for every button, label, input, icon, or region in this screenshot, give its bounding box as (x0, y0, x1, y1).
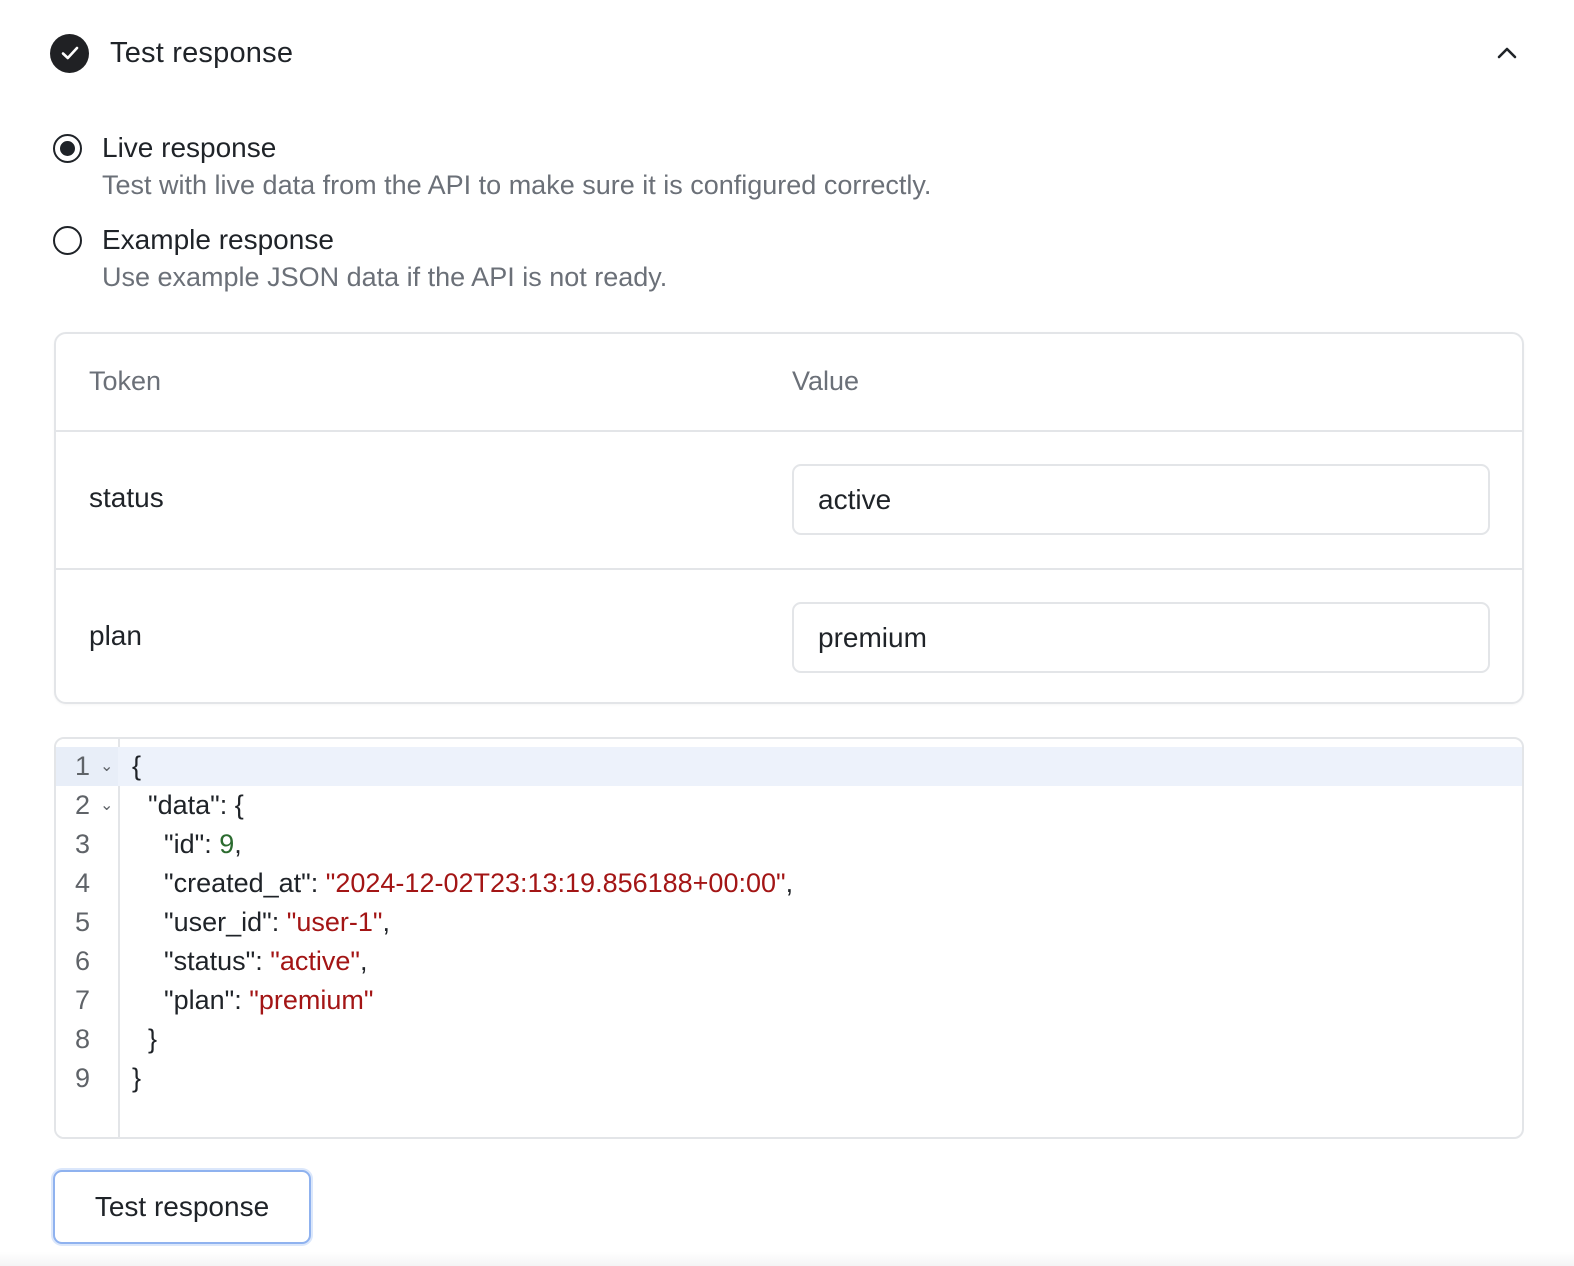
line-number-cell: 5 (56, 903, 118, 942)
token-name: status (89, 482, 164, 513)
code-line[interactable]: 5 "user_id": "user-1", (56, 903, 1522, 942)
token-table: Token Value status plan (54, 332, 1524, 704)
example-response-description: Use example JSON data if the API is not … (102, 262, 668, 292)
chevron-up-icon[interactable] (1490, 36, 1524, 70)
code-token-punc: : (204, 829, 220, 859)
token-table-header: Token Value (56, 334, 1522, 432)
code-token-punc: } (148, 1024, 158, 1054)
code-token-punc: : (234, 985, 250, 1015)
line-number-cell: 3 (56, 825, 118, 864)
test-response-panel: Test response Live response Test with li… (0, 0, 1574, 1266)
line-number: 1 (74, 751, 90, 781)
column-header-token: Token (89, 366, 162, 396)
code-token-punc: , (785, 868, 794, 898)
code-text: "data": { (148, 786, 244, 825)
code-text: } (132, 1059, 141, 1098)
response-mode-radio-group: Live response Test with live data from t… (53, 128, 931, 312)
bottom-edge (0, 1252, 1574, 1266)
radio-option-example[interactable]: Example response Use example JSON data i… (53, 220, 931, 312)
line-number: 2 (74, 790, 90, 820)
check-circle-icon (50, 33, 89, 73)
code-token-str: "user-1" (286, 907, 383, 937)
line-number: 8 (74, 1024, 90, 1054)
code-line[interactable]: 9} (56, 1059, 1522, 1098)
code-line[interactable]: 6 "status": "active", (56, 942, 1522, 981)
line-number-cell: 7 (56, 981, 118, 1020)
column-header-value: Value (792, 366, 860, 396)
code-text: "status": "active", (164, 942, 367, 981)
fold-chevron-icon[interactable]: ⌄ (100, 786, 113, 825)
code-token-punc: { (132, 751, 142, 781)
code-token-punc: : (271, 907, 287, 937)
line-number: 5 (74, 907, 90, 937)
json-code-editor[interactable]: 1 ⌄{2 ⌄ "data": {3 "id": 9, 4 "created_at": "2… (54, 737, 1524, 1139)
code-token-punc: , (382, 907, 390, 937)
section-title: Test response (110, 36, 294, 69)
code-token-key: "created_at" (164, 868, 311, 898)
token-name: plan (89, 620, 142, 651)
line-number: 7 (74, 985, 90, 1015)
fold-chevron-icon[interactable]: ⌄ (100, 747, 113, 786)
line-number-cell: 4 (56, 864, 118, 903)
code-text: "created_at": "2024-12-02T23:13:19.85618… (164, 864, 793, 903)
token-value-input-plan[interactable] (792, 602, 1490, 673)
code-token-punc: , (359, 946, 368, 976)
code-token-punc: } (132, 1063, 142, 1093)
code-token-punc: : { (219, 790, 244, 820)
code-line[interactable]: 1 ⌄{ (56, 747, 1522, 786)
line-number-cell: 2 ⌄ (56, 786, 118, 825)
code-token-key: "status" (164, 946, 256, 976)
code-line[interactable]: 2 ⌄ "data": { (56, 786, 1522, 825)
line-number: 3 (74, 829, 90, 859)
code-token-punc: : (310, 868, 326, 898)
line-number-cell: 8 (56, 1020, 118, 1059)
code-token-str: "2024-12-02T23:13:19.856188+00:00" (325, 868, 786, 898)
code-token-key: "data" (148, 790, 220, 820)
live-response-radio[interactable] (53, 133, 82, 163)
code-token-key: "id" (164, 829, 205, 859)
code-line[interactable]: 4 "created_at": "2024-12-02T23:13:19.8561… (56, 864, 1522, 903)
token-value-input-status[interactable] (792, 464, 1490, 535)
code-token-str: "premium" (249, 985, 374, 1015)
code-text: "plan": "premium" (164, 981, 373, 1020)
code-token-str: "active" (270, 946, 360, 976)
code-line[interactable]: 7 "plan": "premium" (56, 981, 1522, 1020)
code-text: { (132, 747, 141, 786)
example-response-label[interactable]: Example response (102, 224, 334, 256)
code-token-key: "user_id" (164, 907, 272, 937)
radio-selected-dot (60, 140, 75, 156)
code-token-punc: , (234, 829, 242, 859)
code-text: "user_id": "user-1", (164, 903, 390, 942)
live-response-label[interactable]: Live response (102, 132, 276, 164)
table-row: plan (56, 568, 1522, 702)
section-header[interactable]: Test response (50, 32, 1524, 74)
line-number: 6 (74, 946, 90, 976)
radio-option-live[interactable]: Live response Test with live data from t… (53, 128, 931, 220)
code-token-punc: : (255, 946, 271, 976)
line-number-cell: 1 ⌄ (56, 747, 118, 786)
code-token-num: 9 (219, 829, 235, 859)
code-line[interactable]: 8} (56, 1020, 1522, 1059)
code-token-key: "plan" (164, 985, 235, 1015)
test-response-button[interactable]: Test response (53, 1170, 311, 1244)
line-number: 9 (74, 1063, 90, 1093)
line-number-cell: 9 (56, 1059, 118, 1098)
line-number: 4 (74, 868, 90, 898)
code-text: "id": 9, (164, 825, 242, 864)
code-text: } (148, 1020, 157, 1059)
live-response-description: Test with live data from the API to make… (102, 170, 932, 200)
example-response-radio[interactable] (53, 225, 82, 255)
code-lines: 1 ⌄{2 ⌄ "data": {3 "id": 9, 4 "created_at": "2… (56, 747, 1522, 1098)
line-number-cell: 6 (56, 942, 118, 981)
table-row: status (56, 432, 1522, 568)
code-line[interactable]: 3 "id": 9, (56, 825, 1522, 864)
